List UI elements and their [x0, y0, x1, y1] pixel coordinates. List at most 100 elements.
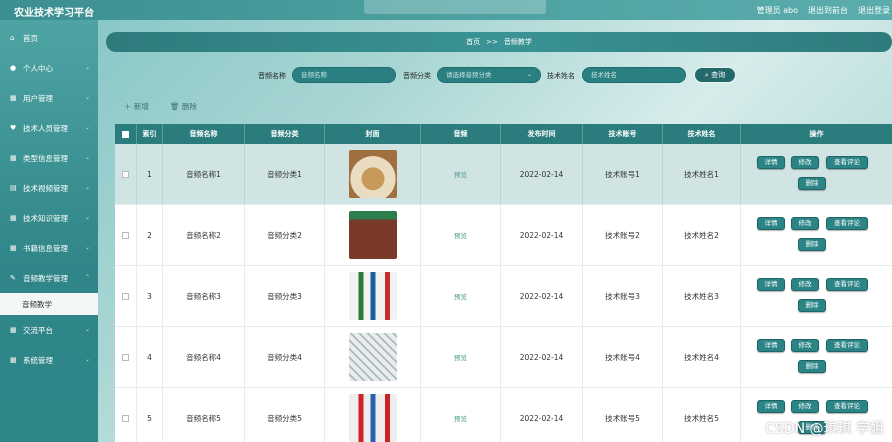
sidebar-item-label: 首页: [23, 33, 38, 43]
detail-button[interactable]: 详情: [757, 217, 785, 230]
detail-button[interactable]: 详情: [757, 400, 785, 413]
audio-preview-link[interactable]: 预览: [454, 291, 467, 301]
chevron-down-icon: ⌄: [84, 244, 90, 251]
cell-account: 技术账号3: [583, 266, 663, 326]
edit-button[interactable]: 修改: [791, 278, 819, 291]
csdn-watermark: CSDN @琪琪 学姐: [765, 421, 884, 437]
grid-icon: ▦: [10, 94, 17, 102]
sidebar-item-label: 技术人员管理: [23, 123, 68, 133]
sidebar-subitem-audio-teaching[interactable]: 音频教学: [0, 293, 98, 315]
delete-button[interactable]: 删除: [798, 360, 826, 373]
sidebar-item-types[interactable]: ▦ 类型信息管理 ⌄: [0, 143, 98, 173]
sidebar-item-users[interactable]: ▦ 用户管理 ⌄: [0, 83, 98, 113]
header-account: 技术账号: [583, 124, 663, 144]
detail-button[interactable]: 详情: [757, 278, 785, 291]
sidebar-item-knowledge[interactable]: ▦ 技术知识管理 ⌄: [0, 203, 98, 233]
row-checkbox[interactable]: [122, 292, 129, 300]
view-comments-button[interactable]: 查看评论: [826, 156, 868, 169]
row-checkbox-cell: [115, 388, 137, 442]
cell-account: 技术账号1: [583, 144, 663, 204]
sidebar-item-audio-management[interactable]: ✎ 音频教学管理 ⌃: [0, 263, 98, 293]
header-name: 音频名称: [163, 124, 245, 144]
cover-image: [348, 333, 397, 381]
sidebar-item-label: 技术视频管理: [23, 183, 68, 193]
goto-frontend-link[interactable]: 退出到前台: [808, 5, 848, 16]
delete-button[interactable]: 删除: [798, 177, 826, 190]
cell-actions: 详情 修改 查看评论 删除: [741, 205, 892, 265]
cell-audio: 预览: [421, 266, 501, 326]
view-comments-button[interactable]: 查看评论: [826, 339, 868, 352]
chevron-down-icon: ⌄: [84, 184, 90, 191]
logout-link[interactable]: 退出登录: [858, 5, 890, 16]
edit-button[interactable]: 修改: [791, 156, 819, 169]
table-row: 1 音频名称1 音频分类1 预览 2022-02-14 技术账号1 技术姓名1 详情 修改 查看评…: [115, 144, 892, 205]
trash-icon: 🗑: [170, 102, 180, 111]
header-tech-name: 技术姓名: [663, 124, 741, 144]
cell-audio: 预览: [421, 388, 501, 442]
sidebar-item-videos[interactable]: ▤ 技术视频管理 ⌄: [0, 173, 98, 203]
row-checkbox[interactable]: [122, 231, 129, 239]
cell-index: 2: [137, 205, 163, 265]
view-comments-button[interactable]: 查看评论: [826, 217, 868, 230]
detail-button[interactable]: 详情: [757, 156, 785, 169]
cell-name: 音频名称4: [163, 327, 245, 387]
delete-button[interactable]: 删除: [798, 299, 826, 312]
select-all-checkbox[interactable]: [122, 130, 129, 138]
audio-name-input[interactable]: 音频名称: [292, 67, 396, 83]
user-icon: ●: [10, 64, 17, 72]
search-button[interactable]: ⌕ 查询: [694, 67, 736, 83]
cell-index: 1: [137, 144, 163, 204]
view-comments-button[interactable]: 查看评论: [826, 278, 868, 291]
audio-preview-link[interactable]: 预览: [454, 352, 467, 362]
row-checkbox[interactable]: [122, 414, 129, 422]
cell-date: 2022-02-14: [501, 388, 583, 442]
grid-icon: ▦: [10, 214, 17, 222]
audio-category-select[interactable]: 请选择音频分类 ⌄: [437, 67, 541, 83]
breadcrumb-home[interactable]: 首页: [466, 38, 480, 46]
audio-preview-link[interactable]: 预览: [454, 169, 467, 179]
edit-button[interactable]: 修改: [791, 217, 819, 230]
current-user: 管理员 abo: [756, 6, 798, 15]
breadcrumb-separator: >>: [486, 38, 498, 46]
cell-audio: 预览: [421, 144, 501, 204]
breadcrumb: 首页 >> 音频教学: [106, 32, 892, 52]
batch-delete-button[interactable]: 🗑 删除: [170, 101, 197, 112]
cell-actions: 详情 修改 查看评论 删除: [741, 266, 892, 326]
select-all-cell: [115, 124, 137, 144]
sidebar-item-profile[interactable]: ● 个人中心 ⌄: [0, 53, 98, 83]
tech-name-input[interactable]: 技术姓名: [582, 67, 686, 83]
audio-preview-link[interactable]: 预览: [454, 413, 467, 423]
list-icon: ▤: [10, 184, 17, 192]
header-category: 音频分类: [245, 124, 325, 144]
sidebar-item-system[interactable]: ▦ 系统管理 ⌄: [0, 345, 98, 375]
view-comments-button[interactable]: 查看评论: [826, 400, 868, 413]
sidebar-item-label: 用户管理: [23, 93, 53, 103]
cell-date: 2022-02-14: [501, 266, 583, 326]
cell-date: 2022-02-14: [501, 144, 583, 204]
edit-button[interactable]: 修改: [791, 339, 819, 352]
main-content: 首页 >> 音频教学 音频名称 音频名称 音频分类 请选择音频分类 ⌄ 技术姓名 技…: [98, 20, 892, 442]
detail-button[interactable]: 详情: [757, 339, 785, 352]
cover-image: [348, 272, 397, 320]
chevron-down-icon: ⌄: [84, 64, 90, 71]
audio-name-label: 音频名称: [258, 72, 286, 80]
search-icon: ⌕: [704, 71, 709, 79]
add-button[interactable]: ＋ 新增: [124, 101, 149, 112]
cell-cover: [325, 327, 421, 387]
edit-button[interactable]: 修改: [791, 400, 819, 413]
top-hover-tab: [364, 0, 546, 14]
sidebar-item-home[interactable]: ⌂ 首页: [0, 23, 98, 53]
sidebar-item-technicians[interactable]: ♥ 技术人员管理 ⌄: [0, 113, 98, 143]
row-checkbox[interactable]: [122, 353, 129, 361]
tech-name-label: 技术姓名: [547, 72, 575, 80]
audio-preview-link[interactable]: 预览: [454, 230, 467, 240]
chevron-down-icon: ⌄: [84, 124, 90, 131]
delete-button[interactable]: 删除: [798, 238, 826, 251]
row-checkbox[interactable]: [122, 170, 129, 178]
app-title: 农业技术学习平台: [14, 8, 94, 19]
sidebar-item-label: 交流平台: [23, 325, 53, 335]
sidebar-item-books[interactable]: ▦ 书籍信息管理 ⌄: [0, 233, 98, 263]
sidebar-item-forum[interactable]: ▦ 交流平台 ⌄: [0, 315, 98, 345]
cell-name: 音频名称1: [163, 144, 245, 204]
add-button-label: 新增: [133, 102, 149, 111]
